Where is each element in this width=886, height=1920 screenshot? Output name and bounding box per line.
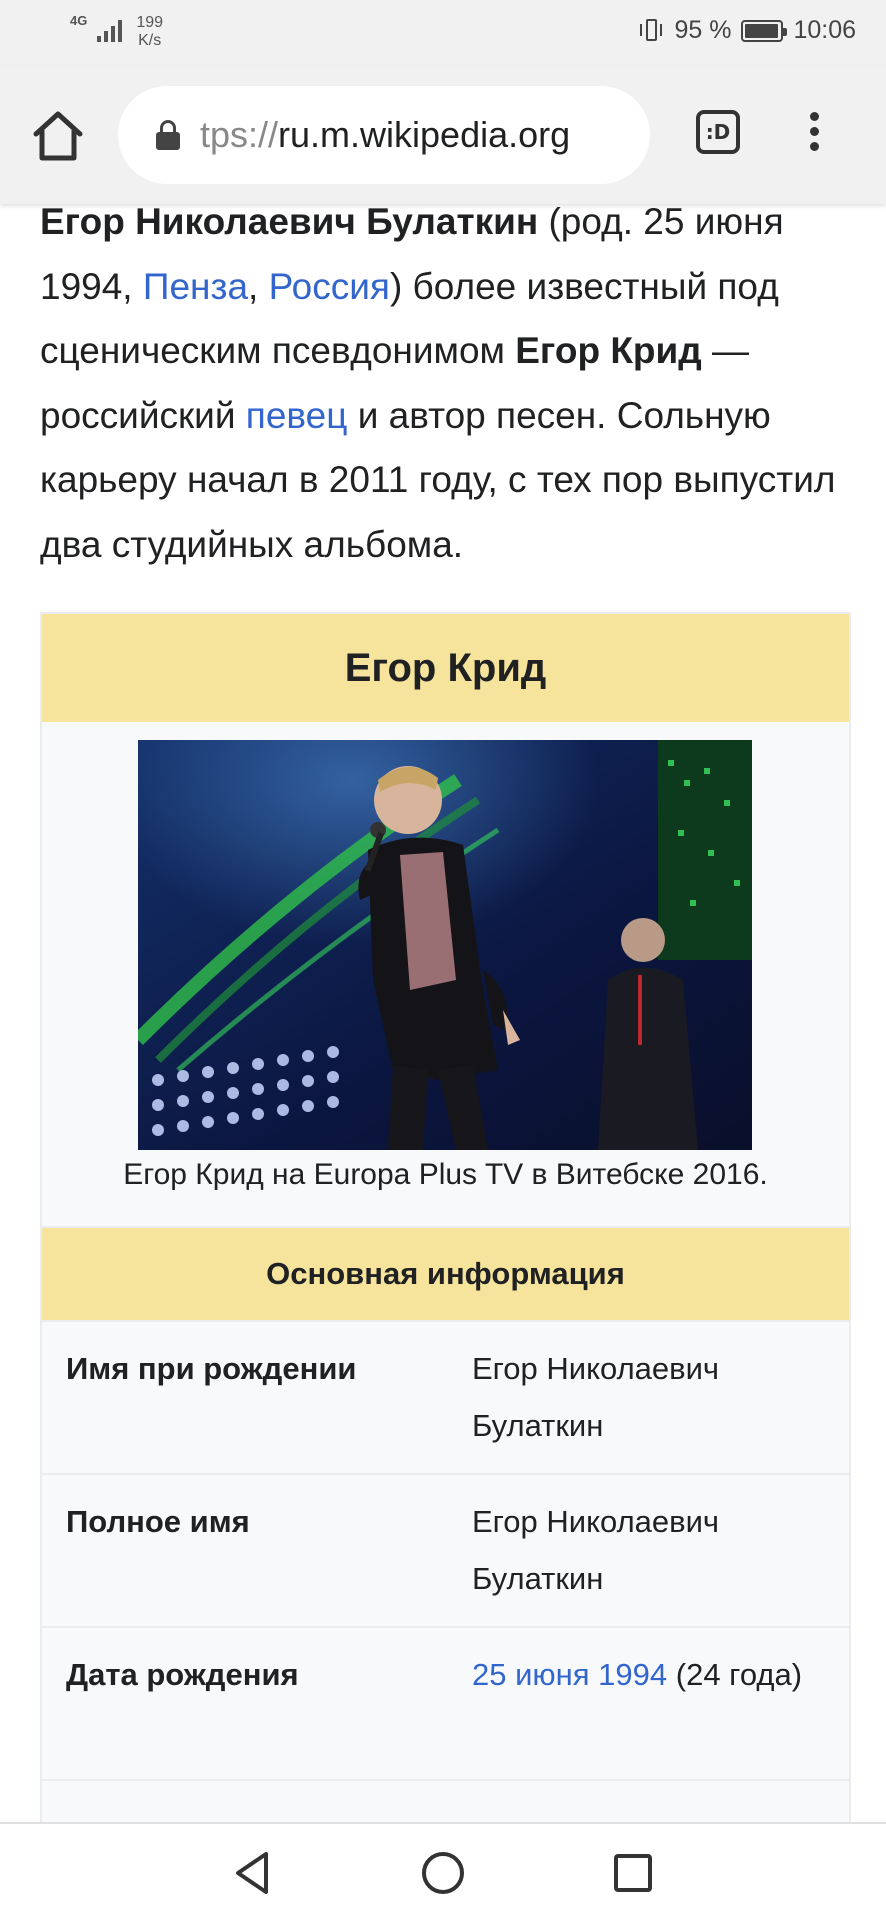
infobox: Егор Крид Егор Крид на Europa Plus TV в … [40,612,851,1822]
network-speed: 199 K/s [136,14,163,50]
infobox-row-partial [42,1781,849,1822]
infobox-row: Дата рождения 25 июня 1994 (24 года) [42,1628,849,1781]
infobox-section-header: Основная информация [42,1228,849,1322]
row-value: Егор Николаевич Булаткин [472,1351,720,1443]
row-value: 25 июня 1994 (24 года) [472,1646,832,1703]
tab-switcher-button[interactable]: :D [696,110,740,154]
lead-paragraph: Егор Николаевич Булаткин (род. 25 июня 1… [40,201,836,565]
network-type: 4G [70,13,88,28]
infobox-row: Полное имя Егор Николаевич Булаткин [42,1475,849,1628]
status-right: 95 % 10:06 [638,16,856,45]
back-icon[interactable] [226,1846,280,1900]
infobox-title: Егор Крид [42,614,849,722]
more-menu-icon[interactable] [808,112,820,156]
speed-unit: K/s [138,32,162,49]
url-text[interactable]: tps://ru.m.wikipedia.org [200,114,570,156]
vibrate-icon [638,17,664,45]
signal-icon [97,18,123,42]
image-caption: Егор Крид на Europa Plus TV в Витебске 2… [123,1158,768,1191]
lock-icon [156,120,180,150]
address-bar[interactable]: tps://ru.m.wikipedia.org [118,86,650,184]
age-text: (24 года) [667,1657,803,1692]
speed-value: 199 [136,14,164,31]
link-russia[interactable]: Россия [269,266,390,307]
row-label: Имя при рождении [66,1351,357,1386]
article-content: Егор Николаевич Булаткин (род. 25 июня 1… [0,166,886,1822]
home-circle-icon[interactable] [416,1846,470,1900]
row-label: Дата рождения [66,1657,299,1692]
system-nav-bar [0,1822,886,1920]
row-label: Полное имя [66,1504,250,1539]
status-bar: 4G 199 K/s 95 % 10:06 [0,0,886,66]
subject-name: Егор Николаевич Булаткин [40,201,539,242]
home-icon[interactable] [30,110,86,162]
row-value: Егор Николаевич Булаткин [472,1504,720,1596]
status-left: 4G 199 K/s [70,14,163,50]
browser-toolbar: tps://ru.m.wikipedia.org :D [0,66,886,204]
recents-icon[interactable] [606,1846,660,1900]
battery-percent: 95 % [674,16,732,44]
infobox-row: Имя при рождении Егор Николаевич Булатки… [42,1322,849,1475]
infobox-image-row: Егор Крид на Europa Plus TV в Витебске 2… [42,722,849,1228]
birth-date-link[interactable]: 25 июня 1994 [472,1657,667,1692]
clock: 10:06 [793,16,856,44]
pseudonym: Егор Крид [515,330,702,371]
link-penza[interactable]: Пенза [143,266,248,307]
singer-photo[interactable] [138,740,752,1150]
link-singer[interactable]: певец [246,395,348,436]
battery-icon [741,19,788,42]
